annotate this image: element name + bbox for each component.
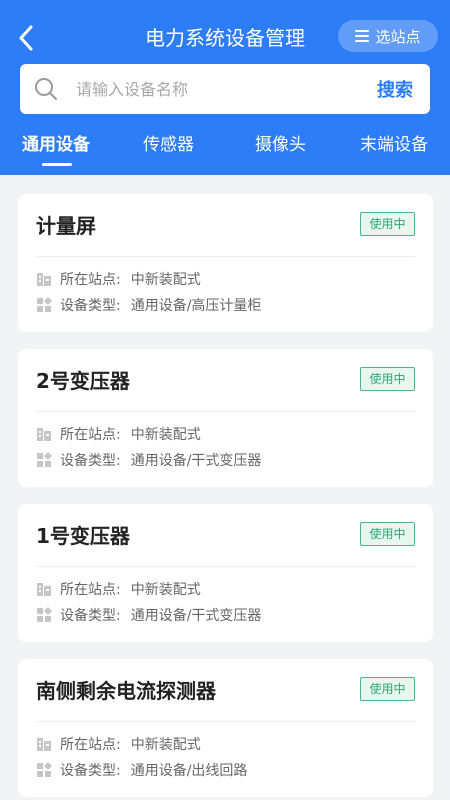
station-value: 中新装配式 [130, 272, 201, 288]
building-icon [37, 428, 51, 441]
type-label: 设备类型: [60, 763, 121, 779]
type-value: 通用设备/高压计量柜 [130, 298, 262, 314]
type-row: 设备类型: 通用设备/高压计量柜 [36, 295, 261, 315]
menu-icon [355, 30, 370, 42]
status-badge: 使用中 [360, 522, 415, 546]
card-divider [36, 721, 415, 722]
station-row: 所在站点: 中新装配式 [36, 269, 201, 289]
type-label: 设备类型: [60, 608, 121, 624]
tab-terminal-devices[interactable]: 末端设备 [360, 130, 428, 160]
building-icon [37, 273, 51, 286]
station-value: 中新装配式 [130, 582, 201, 598]
category-icon [37, 762, 52, 777]
station-row: 所在站点: 中新装配式 [36, 579, 201, 599]
category-icon [37, 452, 52, 467]
search-icon [35, 78, 57, 100]
tab-general-devices[interactable]: 通用设备 [22, 130, 90, 160]
device-name: 计量屏 [36, 214, 96, 238]
type-row: 设备类型: 通用设备/干式变压器 [36, 605, 261, 625]
building-icon [37, 738, 51, 751]
card-divider [36, 566, 415, 567]
type-value: 通用设备/出线回路 [130, 763, 248, 779]
device-card[interactable]: 计量屏 使用中 所在站点: 中新装配式 设备类型: 通用设备/高压计量柜 [18, 194, 433, 332]
search-bar: 搜索 [20, 64, 430, 114]
tab-cameras[interactable]: 摄像头 [255, 130, 306, 160]
station-label: 所在站点: [60, 272, 121, 288]
station-label: 所在站点: [60, 737, 121, 753]
device-card[interactable]: 2号变压器 使用中 所在站点: 中新装配式 设备类型: 通用设备/干式变压器 [18, 349, 433, 487]
station-row: 所在站点: 中新装配式 [36, 734, 201, 754]
device-name: 南侧剩余电流探测器 [36, 679, 216, 703]
tab-sensors[interactable]: 传感器 [143, 130, 194, 160]
type-value: 通用设备/干式变压器 [130, 608, 262, 624]
device-name: 1号变压器 [36, 524, 130, 548]
station-value: 中新装配式 [130, 427, 201, 443]
search-button[interactable]: 搜索 [360, 76, 430, 102]
select-station-label: 选站点 [375, 27, 421, 46]
category-icon [37, 607, 52, 622]
search-input[interactable] [76, 79, 360, 99]
type-row: 设备类型: 通用设备/出线回路 [36, 760, 247, 780]
active-tab-indicator [42, 163, 72, 166]
card-divider [36, 411, 415, 412]
status-badge: 使用中 [360, 212, 415, 236]
status-badge: 使用中 [360, 677, 415, 701]
device-name: 2号变压器 [36, 369, 130, 393]
type-label: 设备类型: [60, 453, 121, 469]
card-divider [36, 256, 415, 257]
device-card[interactable]: 1号变压器 使用中 所在站点: 中新装配式 设备类型: 通用设备/干式变压器 [18, 504, 433, 642]
station-value: 中新装配式 [130, 737, 201, 753]
station-row: 所在站点: 中新装配式 [36, 424, 201, 444]
type-value: 通用设备/干式变压器 [130, 453, 262, 469]
type-label: 设备类型: [60, 298, 121, 314]
status-badge: 使用中 [360, 367, 415, 391]
select-station-button[interactable]: 选站点 [338, 20, 438, 52]
type-row: 设备类型: 通用设备/干式变压器 [36, 450, 261, 470]
station-label: 所在站点: [60, 427, 121, 443]
station-label: 所在站点: [60, 582, 121, 598]
category-icon [37, 297, 52, 312]
building-icon [37, 583, 51, 596]
device-tabs: 通用设备 传感器 摄像头 末端设备 [0, 130, 450, 175]
device-card[interactable]: 南侧剩余电流探测器 使用中 所在站点: 中新装配式 设备类型: 通用设备/出线回… [18, 659, 433, 797]
